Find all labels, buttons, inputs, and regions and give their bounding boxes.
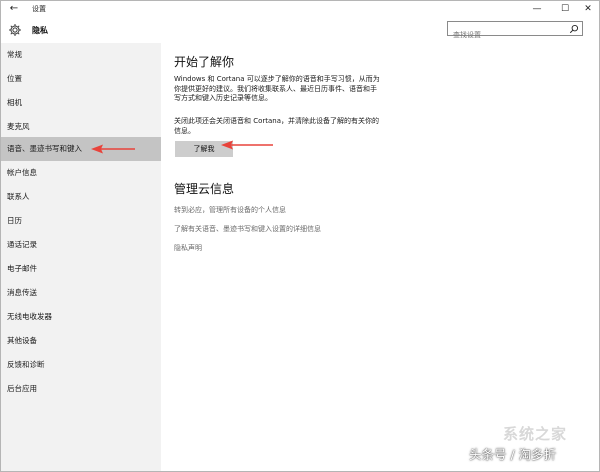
annotation-arrow-sidebar — [91, 144, 135, 154]
sidebar-item-feedback-diagnostics[interactable]: 反馈和诊断 — [1, 353, 161, 377]
sidebar-item-contacts[interactable]: 联系人 — [1, 185, 161, 209]
settings-window: ← 设置 — ☐ ✕ 隐私 常规 位置 相机 麦克风 语音、墨迹书写和键入 — [0, 0, 600, 472]
sidebar-item-background-apps[interactable]: 后台应用 — [1, 377, 161, 401]
gear-icon — [9, 24, 21, 36]
description-line: 你提供更好的建议。我们将收集联系人、最近日历事件、语音和手 — [174, 84, 377, 93]
section-title-manage-cloud-info: 管理云信息 — [174, 182, 235, 196]
description-line: Windows 和 Cortana 可以逐步了解你的语音和手写习惯，从而为 — [174, 75, 380, 83]
minimize-button[interactable]: — — [526, 1, 548, 17]
warning-line: 关闭此项还会关闭语音和 Cortana，并清除此设备了解的有关你的 — [174, 117, 380, 125]
search-icon[interactable] — [569, 24, 579, 34]
description-paragraph: Windows 和 Cortana 可以逐步了解你的语音和手写习惯，从而为 你提… — [174, 75, 414, 104]
sidebar-item-general[interactable]: 常规 — [1, 43, 161, 67]
sidebar-item-call-history[interactable]: 通话记录 — [1, 233, 161, 257]
sidebar-item-calendar[interactable]: 日历 — [1, 209, 161, 233]
sidebar-item-microphone[interactable]: 麦克风 — [1, 115, 161, 139]
search-input[interactable] — [448, 28, 563, 42]
close-button[interactable]: ✕ — [577, 1, 599, 17]
maximize-button[interactable]: ☐ — [554, 1, 576, 17]
back-arrow-icon[interactable]: ← — [7, 2, 21, 16]
page-title: 隐私 — [32, 26, 48, 35]
sidebar-item-location[interactable]: 位置 — [1, 67, 161, 91]
privacy-statement-link[interactable]: 隐私声明 — [174, 243, 202, 253]
annotation-arrow-button — [221, 140, 273, 150]
title-bar: ← 设置 — ☐ ✕ — [1, 1, 599, 17]
section-title-getting-to-know-you: 开始了解你 — [174, 55, 235, 69]
window-title: 设置 — [32, 5, 46, 13]
main-content: 开始了解你 Windows 和 Cortana 可以逐步了解你的语音和手写习惯，… — [161, 43, 599, 471]
bing-manage-info-link[interactable]: 转到必应，管理所有设备的个人信息 — [174, 205, 286, 215]
warning-line: 信息。 — [174, 126, 195, 135]
watermark-logo-text: 系统之家 — [503, 425, 568, 443]
sidebar-item-other-devices[interactable]: 其他设备 — [1, 329, 161, 353]
sidebar-nav: 常规 位置 相机 麦克风 语音、墨迹书写和键入 帐户信息 联系人 日历 通话记录… — [1, 43, 161, 471]
sidebar-item-account-info[interactable]: 帐户信息 — [1, 161, 161, 185]
sidebar-item-radios[interactable]: 无线电收发器 — [1, 305, 161, 329]
sidebar-item-messaging[interactable]: 消息传送 — [1, 281, 161, 305]
description-line: 写方式和键入历史记录等信息。 — [174, 94, 272, 103]
warning-paragraph: 关闭此项还会关闭语音和 Cortana，并清除此设备了解的有关你的 信息。 — [174, 117, 414, 136]
learn-more-link[interactable]: 了解有关语音、墨迹书写和键入设置的详细信息 — [174, 224, 321, 234]
page-header: 隐私 — [1, 17, 599, 43]
sidebar-item-speech-inking-typing[interactable]: 语音、墨迹书写和键入 — [1, 137, 161, 161]
search-box[interactable] — [447, 21, 583, 42]
sidebar-item-camera[interactable]: 相机 — [1, 91, 161, 115]
watermark-credit: 头条号 / 淘多折 — [469, 447, 557, 462]
sidebar-item-email[interactable]: 电子邮件 — [1, 257, 161, 281]
